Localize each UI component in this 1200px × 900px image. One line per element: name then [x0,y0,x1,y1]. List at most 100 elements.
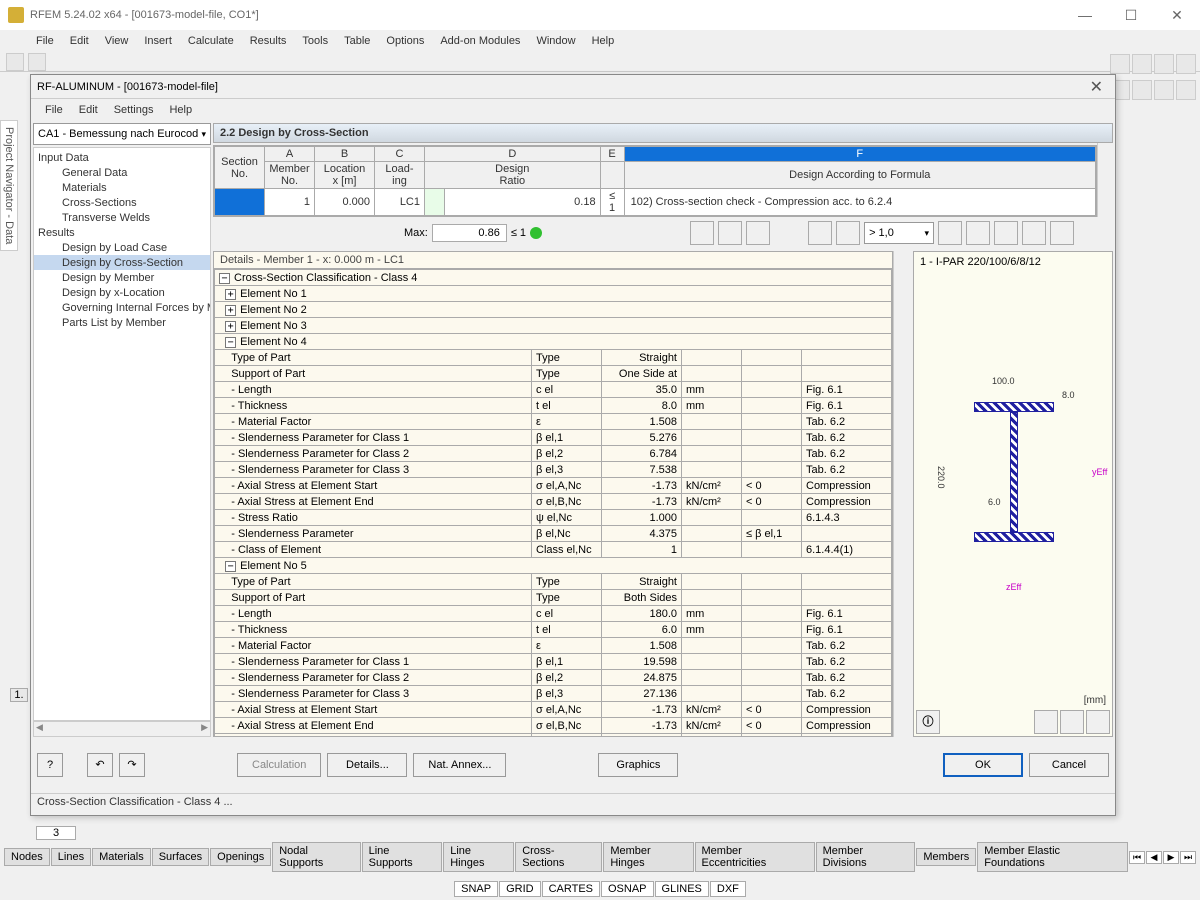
details-cell[interactable] [682,446,742,462]
details-cell[interactable]: +Element No 3 [215,318,892,334]
details-cell[interactable]: ψ el,Nc [532,734,602,737]
details-cell[interactable]: - Stress Ratio [215,734,532,737]
details-cell[interactable]: - Class of Element [215,542,532,558]
tool-icon[interactable] [808,221,832,245]
graphics-button[interactable]: Graphics [598,753,678,777]
details-cell[interactable]: - Slenderness Parameter [215,526,532,542]
details-cell[interactable] [682,686,742,702]
details-cell[interactable]: β el,3 [532,462,602,478]
details-cell[interactable]: - Slenderness Parameter for Class 3 [215,462,532,478]
bottom-tab[interactable]: Surfaces [152,848,209,866]
details-cell[interactable]: Fig. 6.1 [802,606,892,622]
details-cell[interactable]: 35.0 [602,382,682,398]
bottom-tab[interactable]: Line Hinges [443,842,514,872]
details-cell[interactable]: Fig. 6.1 [802,398,892,414]
details-cell[interactable]: kN/cm² [682,478,742,494]
preview-tool-icon[interactable] [1086,710,1110,734]
info-icon[interactable]: ⓘ [916,710,940,734]
details-cell[interactable]: −Element No 5 [215,558,892,574]
details-cell[interactable]: 1.000 [602,734,682,737]
project-navigator-tab[interactable]: Project Navigator - Data [0,120,18,251]
tool-icon[interactable] [1022,221,1046,245]
tree-root[interactable]: Input Data [34,150,210,165]
menu-item[interactable]: File [28,35,62,47]
bottom-tab[interactable]: Lines [51,848,91,866]
selected-cell[interactable] [215,189,265,216]
details-cell[interactable] [682,526,742,542]
toolbar-icon[interactable] [1154,80,1174,100]
status-toggle[interactable]: GRID [499,881,541,897]
details-cell[interactable]: Tab. 6.2 [802,430,892,446]
details-cell[interactable] [682,734,742,737]
details-cell[interactable] [682,414,742,430]
details-cell[interactable]: Type [532,350,602,366]
details-cell[interactable]: β el,1 [532,654,602,670]
details-cell[interactable]: 6.1.4.3 [802,734,892,737]
bottom-small-tab[interactable]: 3 [36,826,76,840]
details-cell[interactable] [742,366,802,382]
menu-item[interactable]: Insert [136,35,180,47]
cell[interactable]: 102) Cross-section check - Compression a… [624,189,1095,216]
details-cell[interactable]: - Length [215,606,532,622]
nat-annex-button[interactable]: Nat. Annex... [413,753,506,777]
details-cell[interactable] [742,382,802,398]
ratio-filter-dropdown[interactable]: > 1,0▾ [864,222,934,244]
status-toggle[interactable]: DXF [710,881,746,897]
details-cell[interactable] [742,670,802,686]
toolbar-icon[interactable] [28,53,46,71]
details-cell[interactable] [802,590,892,606]
details-cell[interactable]: Type [532,574,602,590]
menu-item[interactable]: Tools [294,35,336,47]
details-cell[interactable]: 1.000 [602,510,682,526]
details-cell[interactable]: kN/cm² [682,718,742,734]
summary-vscrollbar[interactable] [1097,143,1113,217]
details-cell[interactable]: - Axial Stress at Element End [215,718,532,734]
details-cell[interactable]: 19.598 [602,654,682,670]
details-cell[interactable]: ≤ β el,1 [742,526,802,542]
details-cell[interactable] [682,462,742,478]
bottom-tab[interactable]: Cross-Sections [515,842,602,872]
details-cell[interactable]: - Slenderness Parameter for Class 1 [215,430,532,446]
tree-item[interactable]: Transverse Welds [34,210,210,225]
details-cell[interactable] [742,414,802,430]
details-cell[interactable] [742,622,802,638]
details-vscrollbar[interactable] [893,251,909,737]
menu-item[interactable]: Add-on Modules [432,35,528,47]
details-cell[interactable]: β el,Nc [532,526,602,542]
details-cell[interactable]: 6.1.4.4(1) [802,542,892,558]
tree-item[interactable]: Design by Member [34,270,210,285]
details-cell[interactable]: ε [532,638,602,654]
details-cell[interactable]: Tab. 6.2 [802,446,892,462]
details-cell[interactable]: Fig. 6.1 [802,382,892,398]
worksheet-tab[interactable]: 1. [10,688,28,702]
details-cell[interactable]: - Axial Stress at Element Start [215,702,532,718]
cell[interactable]: ≤ 1 [600,189,624,216]
menu-item[interactable]: Options [378,35,432,47]
details-cell[interactable] [742,654,802,670]
tool-icon[interactable] [994,221,1018,245]
nav-hscrollbar[interactable]: ◀▶ [33,721,211,737]
details-cell[interactable]: Support of Part [215,366,532,382]
cell[interactable]: 0.18 [445,189,601,216]
details-cell[interactable] [682,590,742,606]
calculation-button[interactable]: Calculation [237,753,321,777]
details-cell[interactable]: 6.0 [602,622,682,638]
details-cell[interactable] [742,350,802,366]
details-cell[interactable]: -1.73 [602,478,682,494]
details-cell[interactable] [802,350,892,366]
details-cell[interactable]: - Material Factor [215,638,532,654]
details-cell[interactable]: c el [532,606,602,622]
tool-icon[interactable] [836,221,860,245]
details-cell[interactable]: - Axial Stress at Element End [215,494,532,510]
details-cell[interactable]: - Axial Stress at Element Start [215,478,532,494]
details-cell[interactable] [682,510,742,526]
details-cell[interactable]: σ el,B,Nc [532,494,602,510]
tree-item[interactable]: Materials [34,180,210,195]
details-cell[interactable]: Compression [802,718,892,734]
close-button[interactable]: ✕ [1154,0,1200,30]
details-cell[interactable] [742,590,802,606]
maximize-button[interactable]: ☐ [1108,0,1154,30]
details-cell[interactable]: −Cross-Section Classification - Class 4 [215,270,892,286]
menu-item[interactable]: Settings [106,104,162,116]
details-cell[interactable]: β el,2 [532,446,602,462]
